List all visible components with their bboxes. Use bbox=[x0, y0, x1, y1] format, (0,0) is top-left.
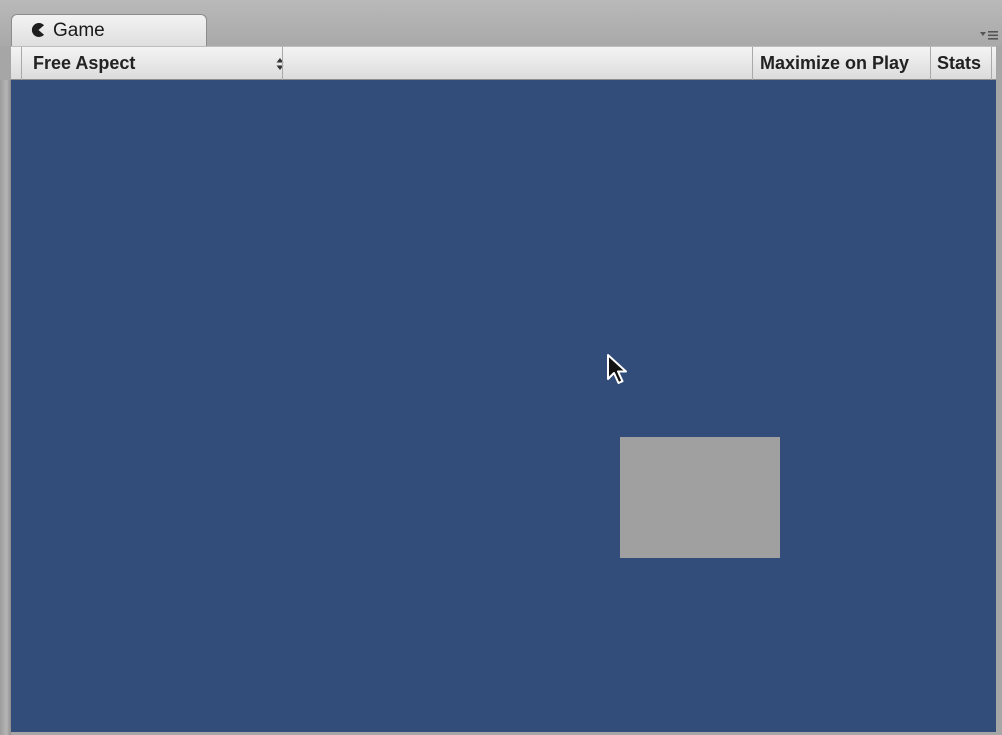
maximize-on-play-toggle[interactable]: Maximize on Play bbox=[752, 47, 930, 80]
pacman-icon bbox=[31, 23, 44, 37]
stats-label: Stats bbox=[937, 53, 982, 73]
aspect-ratio-value: Free Aspect bbox=[33, 53, 136, 73]
toolbar-divider bbox=[282, 47, 283, 80]
aspect-ratio-dropdown[interactable]: Free Aspect bbox=[22, 47, 293, 80]
game-viewport[interactable] bbox=[11, 80, 996, 732]
tab-game-label: Game bbox=[53, 20, 105, 41]
pane-left-border bbox=[0, 80, 11, 735]
maximize-on-play-label: Maximize on Play bbox=[760, 53, 910, 73]
game-window: Game Free Aspect Maximize on Play Stats bbox=[0, 0, 1002, 735]
toolbar-divider bbox=[991, 47, 992, 80]
dropdown-menu-icon[interactable] bbox=[980, 28, 998, 42]
tab-strip: Game bbox=[0, 0, 1002, 47]
tab-game[interactable]: Game bbox=[11, 14, 207, 47]
game-toolbar: Free Aspect Maximize on Play Stats bbox=[11, 46, 996, 80]
gray-rectangle-object[interactable] bbox=[620, 437, 780, 558]
stats-toggle[interactable]: Stats bbox=[931, 47, 990, 80]
